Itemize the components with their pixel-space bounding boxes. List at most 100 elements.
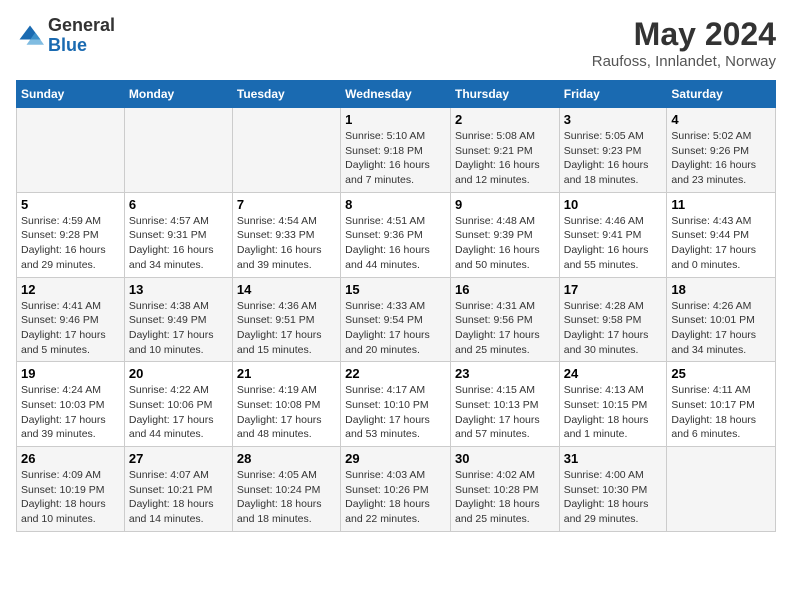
- day-number: 9: [455, 197, 555, 212]
- day-number: 26: [21, 451, 120, 466]
- calendar-cell: 6 Sunrise: 4:57 AMSunset: 9:31 PMDaylight…: [124, 192, 232, 277]
- calendar-cell: 23 Sunrise: 4:15 AMSunset: 10:13 PMDaylig…: [450, 362, 559, 447]
- day-number: 17: [564, 282, 663, 297]
- day-number: 31: [564, 451, 663, 466]
- calendar-cell: 11 Sunrise: 4:43 AMSunset: 9:44 PMDayligh…: [667, 192, 776, 277]
- page-header: General Blue May 2024 Raufoss, Innlandet…: [16, 16, 776, 70]
- day-number: 25: [671, 366, 771, 381]
- day-info: Sunrise: 4:24 AMSunset: 10:03 PMDaylight…: [21, 383, 120, 442]
- day-info: Sunrise: 4:09 AMSunset: 10:19 PMDaylight…: [21, 468, 120, 527]
- calendar-cell: 26 Sunrise: 4:09 AMSunset: 10:19 PMDaylig…: [17, 447, 125, 532]
- day-of-week-friday: Friday: [559, 81, 667, 108]
- day-info: Sunrise: 4:07 AMSunset: 10:21 PMDaylight…: [129, 468, 228, 527]
- calendar-cell: 28Sunrise: 4:05 AMSunset: 10:24 PMDaylig…: [232, 447, 340, 532]
- day-number: 27: [129, 451, 228, 466]
- day-info: Sunrise: 4:31 AMSunset: 9:56 PMDaylight:…: [455, 299, 555, 358]
- calendar-week-row: 1 Sunrise: 5:10 AMSunset: 9:18 PMDaylight…: [17, 108, 776, 193]
- day-info: Sunrise: 4:43 AMSunset: 9:44 PMDaylight:…: [671, 214, 771, 273]
- day-info: Sunrise: 4:57 AMSunset: 9:31 PMDaylight:…: [129, 214, 228, 273]
- day-info: Sunrise: 4:54 AMSunset: 9:33 PMDaylight:…: [237, 214, 336, 273]
- day-number: 6: [129, 197, 228, 212]
- calendar-week-row: 19 Sunrise: 4:24 AMSunset: 10:03 PMDaylig…: [17, 362, 776, 447]
- calendar-cell: 8 Sunrise: 4:51 AMSunset: 9:36 PMDaylight…: [341, 192, 451, 277]
- calendar-cell: 13Sunrise: 4:38 AMSunset: 9:49 PMDayligh…: [124, 277, 232, 362]
- calendar-cell: 16 Sunrise: 4:31 AMSunset: 9:56 PMDayligh…: [450, 277, 559, 362]
- calendar-cell: 20 Sunrise: 4:22 AMSunset: 10:06 PMDaylig…: [124, 362, 232, 447]
- day-info: Sunrise: 4:15 AMSunset: 10:13 PMDaylight…: [455, 383, 555, 442]
- calendar-table: SundayMondayTuesdayWednesdayThursdayFrid…: [16, 80, 776, 532]
- calendar-header-row: SundayMondayTuesdayWednesdayThursdayFrid…: [17, 81, 776, 108]
- day-number: 16: [455, 282, 555, 297]
- day-number: 15: [345, 282, 446, 297]
- day-info: Sunrise: 4:51 AMSunset: 9:36 PMDaylight:…: [345, 214, 446, 273]
- calendar-cell: 2 Sunrise: 5:08 AMSunset: 9:21 PMDaylight…: [450, 108, 559, 193]
- day-number: 20: [129, 366, 228, 381]
- calendar-cell: 22 Sunrise: 4:17 AMSunset: 10:10 PMDaylig…: [341, 362, 451, 447]
- day-info: Sunrise: 4:11 AMSunset: 10:17 PMDaylight…: [671, 383, 771, 442]
- day-info: Sunrise: 4:17 AMSunset: 10:10 PMDaylight…: [345, 383, 446, 442]
- day-number: 30: [455, 451, 555, 466]
- logo-icon: [16, 22, 44, 50]
- day-number: 7: [237, 197, 336, 212]
- day-of-week-wednesday: Wednesday: [341, 81, 451, 108]
- day-info: Sunrise: 4:33 AMSunset: 9:54 PMDaylight:…: [345, 299, 446, 358]
- calendar-cell: 7 Sunrise: 4:54 AMSunset: 9:33 PMDaylight…: [232, 192, 340, 277]
- day-info: Sunrise: 5:05 AMSunset: 9:23 PMDaylight:…: [564, 129, 663, 188]
- location-text: Raufoss, Innlandet, Norway: [592, 53, 776, 70]
- day-number: 10: [564, 197, 663, 212]
- day-info: Sunrise: 4:46 AMSunset: 9:41 PMDaylight:…: [564, 214, 663, 273]
- calendar-cell: 31 Sunrise: 4:00 AMSunset: 10:30 PMDaylig…: [559, 447, 667, 532]
- logo-general-text: General: [48, 15, 115, 35]
- calendar-cell: 29 Sunrise: 4:03 AMSunset: 10:26 PMDaylig…: [341, 447, 451, 532]
- title-block: May 2024 Raufoss, Innlandet, Norway: [592, 16, 776, 70]
- calendar-cell: 9 Sunrise: 4:48 AMSunset: 9:39 PMDaylight…: [450, 192, 559, 277]
- day-info: Sunrise: 4:28 AMSunset: 9:58 PMDaylight:…: [564, 299, 663, 358]
- calendar-cell: 1 Sunrise: 5:10 AMSunset: 9:18 PMDaylight…: [341, 108, 451, 193]
- day-number: 3: [564, 112, 663, 127]
- day-info: Sunrise: 4:03 AMSunset: 10:26 PMDaylight…: [345, 468, 446, 527]
- calendar-week-row: 12Sunrise: 4:41 AMSunset: 9:46 PMDayligh…: [17, 277, 776, 362]
- calendar-cell: [232, 108, 340, 193]
- calendar-cell: 18Sunrise: 4:26 AMSunset: 10:01 PMDaylig…: [667, 277, 776, 362]
- day-number: 18: [671, 282, 771, 297]
- calendar-cell: 5Sunrise: 4:59 AMSunset: 9:28 PMDaylight…: [17, 192, 125, 277]
- day-info: Sunrise: 5:10 AMSunset: 9:18 PMDaylight:…: [345, 129, 446, 188]
- day-info: Sunrise: 4:19 AMSunset: 10:08 PMDaylight…: [237, 383, 336, 442]
- calendar-week-row: 5Sunrise: 4:59 AMSunset: 9:28 PMDaylight…: [17, 192, 776, 277]
- calendar-cell: 27 Sunrise: 4:07 AMSunset: 10:21 PMDaylig…: [124, 447, 232, 532]
- day-number: 22: [345, 366, 446, 381]
- day-number: 29: [345, 451, 446, 466]
- month-title: May 2024: [592, 16, 776, 53]
- calendar-week-row: 26 Sunrise: 4:09 AMSunset: 10:19 PMDaylig…: [17, 447, 776, 532]
- day-number: 19: [21, 366, 120, 381]
- day-info: Sunrise: 5:02 AMSunset: 9:26 PMDaylight:…: [671, 129, 771, 188]
- day-of-week-saturday: Saturday: [667, 81, 776, 108]
- day-number: 2: [455, 112, 555, 127]
- calendar-cell: 4 Sunrise: 5:02 AMSunset: 9:26 PMDaylight…: [667, 108, 776, 193]
- calendar-cell: [667, 447, 776, 532]
- day-info: Sunrise: 4:00 AMSunset: 10:30 PMDaylight…: [564, 468, 663, 527]
- day-info: Sunrise: 4:05 AMSunset: 10:24 PMDaylight…: [237, 468, 336, 527]
- day-of-week-tuesday: Tuesday: [232, 81, 340, 108]
- day-number: 4: [671, 112, 771, 127]
- calendar-cell: 21Sunrise: 4:19 AMSunset: 10:08 PMDaylig…: [232, 362, 340, 447]
- calendar-cell: 14Sunrise: 4:36 AMSunset: 9:51 PMDayligh…: [232, 277, 340, 362]
- logo: General Blue: [16, 16, 115, 56]
- day-number: 23: [455, 366, 555, 381]
- day-info: Sunrise: 5:08 AMSunset: 9:21 PMDaylight:…: [455, 129, 555, 188]
- day-number: 1: [345, 112, 446, 127]
- day-info: Sunrise: 4:22 AMSunset: 10:06 PMDaylight…: [129, 383, 228, 442]
- day-number: 12: [21, 282, 120, 297]
- day-info: Sunrise: 4:38 AMSunset: 9:49 PMDaylight:…: [129, 299, 228, 358]
- calendar-cell: 30 Sunrise: 4:02 AMSunset: 10:28 PMDaylig…: [450, 447, 559, 532]
- calendar-cell: 24Sunrise: 4:13 AMSunset: 10:15 PMDaylig…: [559, 362, 667, 447]
- calendar-cell: 19 Sunrise: 4:24 AMSunset: 10:03 PMDaylig…: [17, 362, 125, 447]
- day-info: Sunrise: 4:48 AMSunset: 9:39 PMDaylight:…: [455, 214, 555, 273]
- day-info: Sunrise: 4:02 AMSunset: 10:28 PMDaylight…: [455, 468, 555, 527]
- day-number: 11: [671, 197, 771, 212]
- day-number: 14: [237, 282, 336, 297]
- day-info: Sunrise: 4:13 AMSunset: 10:15 PMDaylight…: [564, 383, 663, 442]
- day-number: 8: [345, 197, 446, 212]
- calendar-cell: 17 Sunrise: 4:28 AMSunset: 9:58 PMDayligh…: [559, 277, 667, 362]
- logo-blue-text: Blue: [48, 35, 87, 55]
